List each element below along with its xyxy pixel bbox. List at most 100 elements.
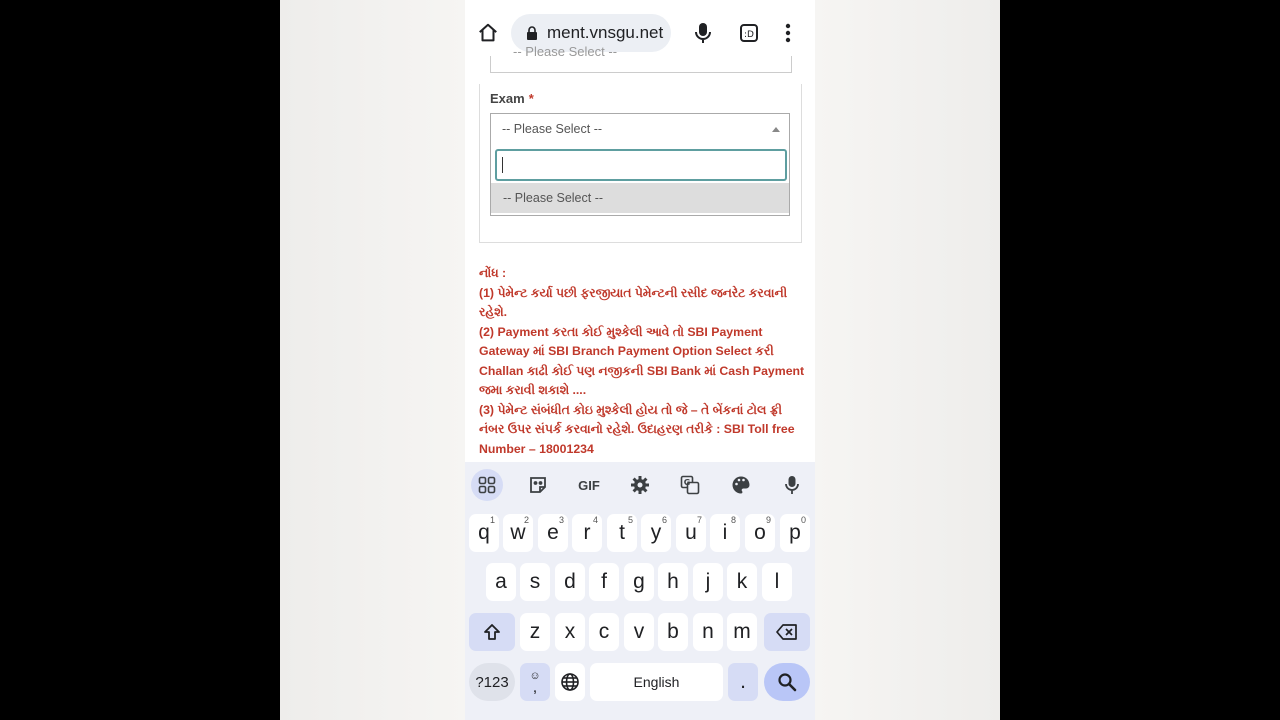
note-line-1: (1) પેમેન્ટ કર્યા પછી ફરજીયાત પેમેન્ટની … [479,285,788,320]
apps-icon[interactable] [471,469,503,501]
previous-select-text: -- Please Select -- [513,44,618,59]
key-hint: 8 [730,515,736,525]
keyboard-toolbar: GIF G [465,462,815,508]
home-icon[interactable] [475,20,501,46]
shift-icon [484,624,500,640]
key-n[interactable]: n [693,613,723,651]
key-s[interactable]: s [520,563,550,601]
key-o[interactable]: o9 [745,514,775,552]
key-f[interactable]: f [589,563,619,601]
more-menu-icon[interactable] [775,20,801,46]
key-m[interactable]: m [727,613,757,651]
key-hint: 4 [592,515,598,525]
key-hint: 9 [765,515,771,525]
key-u[interactable]: u7 [676,514,706,552]
key-label: b [667,620,679,643]
key-t[interactable]: t5 [607,514,637,552]
settings-icon[interactable] [624,469,656,501]
backspace-icon [776,624,797,640]
key-r[interactable]: r4 [572,514,602,552]
key-hint: 1 [489,515,495,525]
key-j[interactable]: j [693,563,723,601]
globe-icon [561,673,579,691]
keyboard-mic-icon[interactable] [776,469,808,501]
key-label: d [564,570,576,593]
key-hint: 0 [800,515,806,525]
on-screen-keyboard: GIF G q1 w2 e3 r4 t5 y6 u7 i8 o9 p0 a s [465,462,815,720]
key-label: i [722,521,728,544]
letterbox-right [1000,0,1280,720]
key-b[interactable]: b [658,613,688,651]
blur-background-left [280,0,465,720]
key-label: u [685,521,697,544]
lock-icon [525,26,539,40]
key-label: k [736,570,748,593]
palette-icon[interactable] [725,469,757,501]
search-key[interactable] [764,663,810,701]
key-hint: 6 [661,515,667,525]
letterbox-left [0,0,280,720]
period-key[interactable]: . [728,663,758,701]
chevron-up-icon [772,127,780,132]
key-k[interactable]: k [727,563,757,601]
comma-emoji-key[interactable]: ☺ , [520,663,550,701]
text-cursor [502,157,503,173]
key-a[interactable]: a [486,563,516,601]
dropdown-option-label: -- Please Select -- [503,191,604,205]
key-z[interactable]: z [520,613,550,651]
key-label: g [633,570,645,593]
url-text: ment.vnsgu.net [547,23,664,42]
tab-switcher-icon[interactable]: :D [736,20,762,46]
key-d[interactable]: d [555,563,585,601]
key-label: h [667,570,679,593]
exam-label-text: Exam [490,91,525,106]
key-h[interactable]: h [658,563,688,601]
svg-text:G: G [684,478,691,487]
key-q[interactable]: q1 [469,514,499,552]
translate-icon[interactable]: G [674,469,706,501]
mic-icon[interactable] [690,20,716,46]
key-g[interactable]: g [624,563,654,601]
previous-select-box[interactable]: -- Please Select -- [490,44,792,73]
note-heading: નોંધ : [479,266,507,280]
key-i[interactable]: i8 [710,514,740,552]
note-line-3: (3) પેમેન્ટ સંબંધીત કોઇ મુશ્કેલી હોય તો … [479,402,795,456]
key-label: a [495,570,507,593]
key-p[interactable]: p0 [780,514,810,552]
key-hint: 5 [627,515,633,525]
key-x[interactable]: x [555,613,585,651]
key-label: l [774,570,780,593]
key-label: q [478,521,490,544]
sticker-icon[interactable] [522,469,554,501]
key-e[interactable]: e3 [538,514,568,552]
key-y[interactable]: y6 [641,514,671,552]
key-label: o [754,521,766,544]
key-label: c [598,620,610,643]
exam-select-value: -- Please Select -- [502,122,603,136]
blur-background-right [815,0,1000,720]
symbols-key[interactable]: ?123 [469,663,515,701]
gif-button[interactable]: GIF [573,469,605,501]
key-w[interactable]: w2 [503,514,533,552]
key-label: v [633,620,645,643]
space-bar[interactable]: English [590,663,723,701]
key-v[interactable]: v [624,613,654,651]
exam-label: Exam * [490,91,534,106]
phone-screen: ment.vnsgu.net :D -- Please Select -- Ex… [465,0,815,720]
note-line-2: (2) Payment કરતા કોઈ મુશ્કેલી આવે તો SBI… [479,324,805,398]
key-label: p [789,521,801,544]
search-icon [778,673,797,692]
backspace-key[interactable] [764,613,810,651]
key-l[interactable]: l [762,563,792,601]
dropdown-search-input[interactable] [495,149,787,181]
key-label: e [547,521,559,544]
key-hint: 3 [558,515,564,525]
globe-key[interactable] [555,663,585,701]
key-label: m [733,620,751,643]
dropdown-option[interactable]: -- Please Select -- [491,183,789,213]
key-hint: 7 [696,515,702,525]
key-hint: 2 [523,515,529,525]
exam-select[interactable]: -- Please Select -- [490,113,790,147]
key-c[interactable]: c [589,613,619,651]
shift-key[interactable] [469,613,515,651]
